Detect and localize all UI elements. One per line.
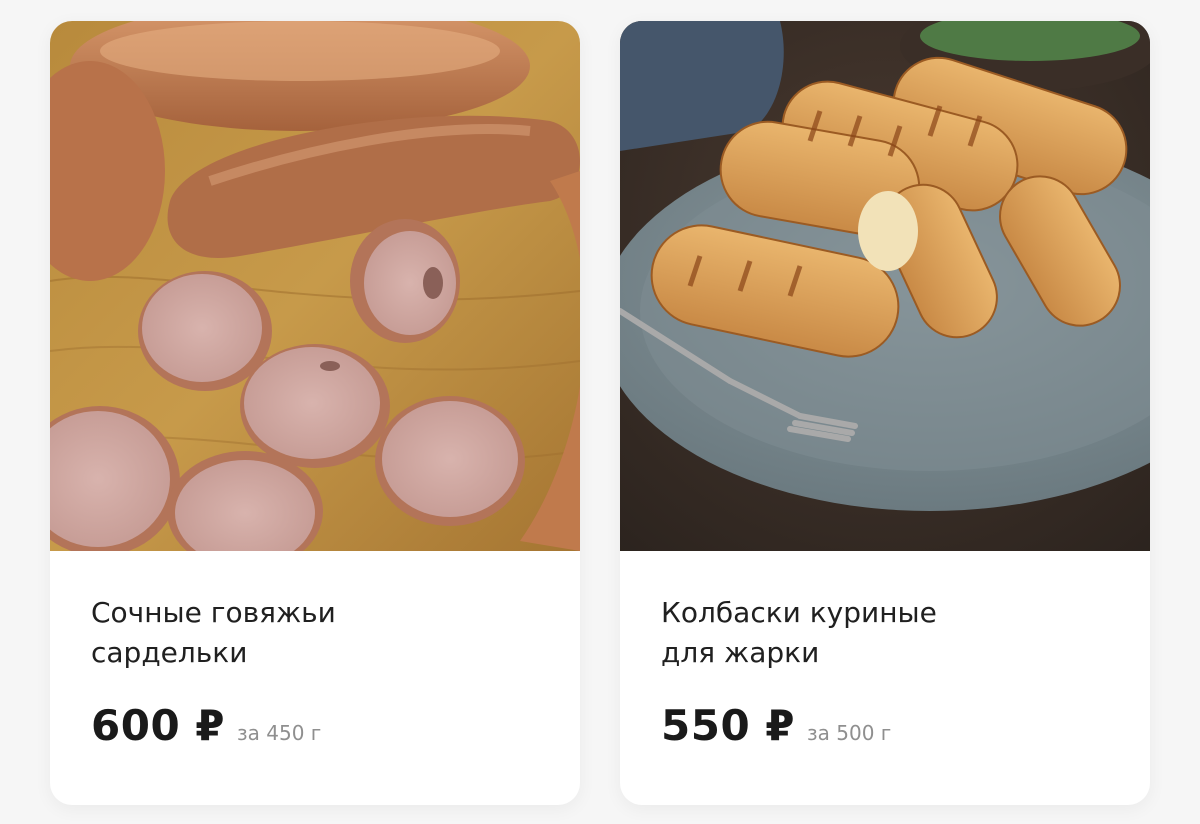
price-row: 550 ₽ за 500 г xyxy=(661,701,1120,750)
product-card-chicken-sausages[interactable]: Колбаски куриные для жарки 550 ₽ за 500 … xyxy=(620,21,1150,805)
product-grid: Сочные говяжьи сардельки 600 ₽ за 450 г xyxy=(50,21,1150,805)
product-info: Сочные говяжьи сардельки 600 ₽ за 450 г xyxy=(91,593,550,750)
product-card-beef-sausages[interactable]: Сочные говяжьи сардельки 600 ₽ за 450 г xyxy=(50,21,580,805)
sliced-beef-sausages-photo xyxy=(50,21,580,551)
product-weight: за 500 г xyxy=(807,721,892,745)
product-title: Сочные говяжьи сардельки xyxy=(91,596,336,669)
product-info: Колбаски куриные для жарки 550 ₽ за 500 … xyxy=(661,593,1120,750)
product-price: 600 ₽ xyxy=(91,701,226,750)
product-title: Колбаски куриные для жарки xyxy=(661,596,937,669)
price-row: 600 ₽ за 450 г xyxy=(91,701,550,750)
product-price: 550 ₽ xyxy=(661,701,796,750)
product-weight: за 450 г xyxy=(237,721,322,745)
grilled-chicken-sausages-photo xyxy=(620,21,1150,551)
